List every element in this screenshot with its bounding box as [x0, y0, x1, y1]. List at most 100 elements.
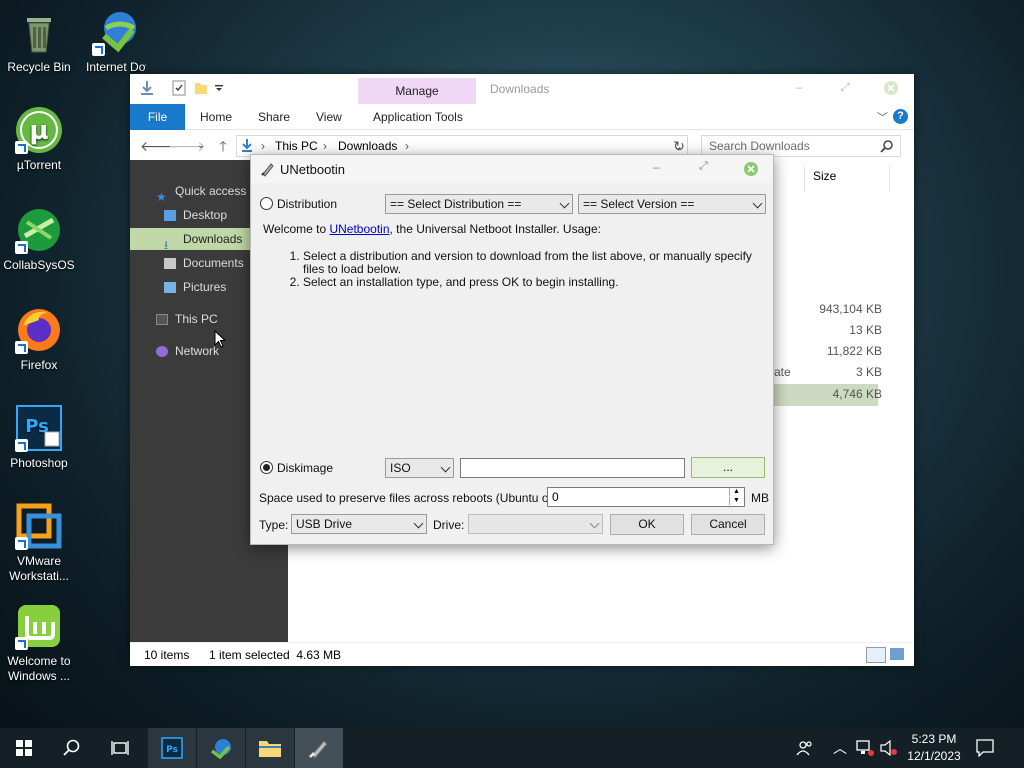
tab-application-tools[interactable]: Application Tools: [363, 104, 473, 130]
column-header-size[interactable]: Size: [804, 166, 890, 192]
start-button[interactable]: [0, 728, 48, 768]
spin-down-icon[interactable]: ▼: [729, 497, 743, 505]
select-distribution-value: == Select Distribution ==: [390, 197, 522, 211]
task-view-button[interactable]: [96, 728, 144, 768]
folder-icon: [259, 741, 281, 757]
taskbar-idm[interactable]: [197, 728, 245, 768]
shortcut-arrow-icon: [15, 341, 28, 354]
back-arrow-icon[interactable]: 🡐: [140, 137, 178, 155]
quick-access-new-folder-icon[interactable]: [194, 80, 208, 98]
refresh-icon[interactable]: ↻: [670, 137, 688, 155]
volume-muted-icon[interactable]: [880, 739, 898, 759]
unetbootin-icon: [309, 740, 328, 759]
select-distribution-dropdown[interactable]: == Select Distribution ==: [385, 194, 573, 214]
unetbootin-link[interactable]: UNetbootin: [329, 222, 389, 236]
shortcut-arrow-icon: [15, 241, 28, 254]
spin-up-icon[interactable]: ▲: [729, 488, 743, 496]
desktop-folder-icon: [164, 210, 176, 222]
expand-ribbon-icon[interactable]: ﹀: [877, 109, 888, 125]
vmware-icon: [15, 502, 63, 550]
recent-locations-chevron-icon[interactable]: ⌄: [192, 137, 210, 155]
drive-dropdown[interactable]: [468, 514, 603, 534]
space-unit: MB: [751, 491, 769, 505]
maximize-icon[interactable]: ⤢: [836, 80, 854, 98]
minimize-icon[interactable]: –: [790, 80, 808, 98]
diskimage-radio[interactable]: [260, 461, 273, 474]
chevron-down-icon: [752, 198, 763, 209]
unetbootin-app-icon: [260, 161, 276, 180]
dialog-title-bar[interactable]: UNetbootin – ⤢: [251, 155, 773, 183]
forward-arrow-icon[interactable]: 🡒: [168, 137, 206, 155]
desktop-icon-firefox[interactable]: Firefox: [0, 306, 78, 373]
close-icon[interactable]: [882, 80, 900, 98]
desktop-icon-utorrent[interactable]: µ µTorrent: [0, 106, 78, 173]
shortcut-arrow-icon: [15, 637, 28, 650]
desktop-icon-welcome-windows[interactable]: Welcome to Windows ...: [0, 602, 78, 684]
close-icon[interactable]: [743, 161, 759, 180]
up-arrow-icon[interactable]: 🡑: [214, 137, 232, 155]
space-spinbox[interactable]: 0 ▲ ▼: [547, 487, 745, 507]
welcome-prefix: Welcome to: [263, 222, 330, 236]
people-icon[interactable]: [796, 739, 814, 760]
svg-text:µ: µ: [29, 116, 48, 146]
clock-date: 12/1/2023: [907, 749, 961, 763]
type-dropdown[interactable]: USB Drive: [291, 514, 427, 534]
minimize-icon[interactable]: –: [653, 160, 660, 174]
desktop-icon-vmware[interactable]: VMware Workstati...: [0, 502, 78, 584]
notifications-icon[interactable]: [976, 739, 994, 760]
unetbootin-dialog[interactable]: UNetbootin – ⤢ Distribution == Select Di…: [250, 154, 774, 545]
ok-button[interactable]: OK: [610, 514, 684, 535]
taskbar-unetbootin[interactable]: [295, 728, 343, 768]
nav-item-label: This PC: [175, 312, 218, 326]
network-status-icon[interactable]: [856, 740, 874, 759]
usage-instructions: Welcome to UNetbootin, the Universal Net…: [263, 223, 763, 289]
quick-access-customize-icon[interactable]: [214, 80, 224, 98]
desktop-icon-internet-download-manager[interactable]: Internet Downl...: [78, 8, 154, 75]
distribution-radio[interactable]: [260, 197, 273, 210]
desktop-icon-photoshop[interactable]: Ps Photoshop: [0, 404, 78, 471]
usage-step: Select an installation type, and press O…: [303, 276, 763, 289]
quick-access-properties-icon[interactable]: [172, 80, 186, 98]
clock[interactable]: 5:23 PM 12/1/2023: [904, 731, 964, 765]
ribbon-tabs: File Home Share View Application Tools ﹀…: [130, 104, 914, 130]
help-icon[interactable]: ?: [893, 109, 908, 124]
space-label: Space used to preserve files across rebo…: [259, 491, 572, 505]
select-version-dropdown[interactable]: == Select Version ==: [578, 194, 766, 214]
details-view-icon[interactable]: [866, 647, 886, 663]
maximize-icon[interactable]: ⤢: [699, 160, 708, 173]
quick-access-download-icon[interactable]: [140, 80, 154, 98]
search-icon: [63, 739, 80, 756]
status-selection: 1 item selected 4.63 MB: [209, 648, 342, 662]
diskimage-type-dropdown[interactable]: ISO: [385, 458, 454, 478]
photoshop-icon: Ps: [15, 404, 63, 452]
desktop-icon-recycle-bin[interactable]: Recycle Bin: [0, 8, 78, 75]
show-hidden-icons-chevron-icon[interactable]: ︿: [833, 738, 847, 758]
type-label: Type:: [259, 518, 289, 532]
cancel-button[interactable]: Cancel: [691, 514, 765, 535]
large-icons-view-icon[interactable]: [890, 648, 904, 660]
breadcrumb-downloads[interactable]: Downloads: [338, 136, 397, 156]
idm-icon: [210, 739, 231, 759]
tab-file[interactable]: File: [130, 104, 185, 130]
desktop-icon-collabsysos[interactable]: CollabSysOS: [0, 206, 78, 273]
file-size-cell: 4,746 KB: [832, 387, 882, 401]
tab-share[interactable]: Share: [248, 104, 300, 130]
status-bar: 10 items 1 item selected 4.63 MB: [130, 642, 914, 666]
search-button[interactable]: [48, 728, 96, 768]
chevron-down-icon: [413, 518, 424, 529]
taskbar-file-explorer[interactable]: [246, 728, 294, 768]
search-placeholder: Search Downloads: [709, 139, 810, 153]
manage-context-tab[interactable]: Manage: [358, 78, 476, 104]
nav-item-label: Network: [175, 344, 220, 358]
desktop-icon-label: Internet Downl...: [86, 60, 146, 74]
diskimage-path-input[interactable]: [460, 458, 685, 478]
star-icon: ★: [156, 190, 167, 205]
breadcrumb-this-pc[interactable]: This PC: [275, 136, 318, 156]
explorer-title-bar[interactable]: Manage Downloads – ⤢: [130, 74, 914, 104]
browse-button[interactable]: ...: [691, 457, 765, 478]
taskbar-photoshop[interactable]: Ps: [148, 728, 196, 768]
desktop-icon-label: Photoshop: [10, 456, 68, 470]
clock-time: 5:23 PM: [911, 732, 957, 746]
tab-home[interactable]: Home: [190, 104, 242, 130]
tab-view[interactable]: View: [306, 104, 352, 130]
